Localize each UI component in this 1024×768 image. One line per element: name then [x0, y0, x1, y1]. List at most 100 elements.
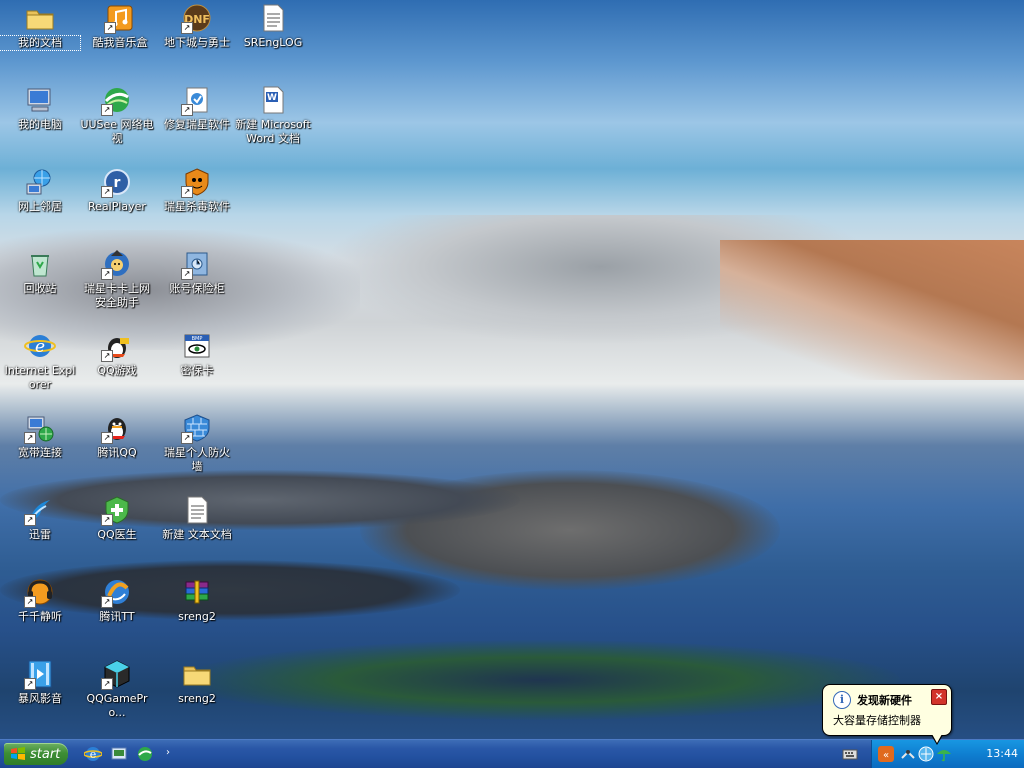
desktop-icon-label: 地下城与勇士	[164, 36, 230, 49]
new-hardware-balloon[interactable]: i 发现新硬件 大容量存储控制器 ×	[822, 684, 952, 745]
desktop-icon[interactable]: 我的文档	[0, 2, 81, 51]
recycle-bin-icon	[24, 248, 56, 280]
balloon-close-button[interactable]: ×	[931, 689, 947, 705]
internet-explorer-quicklaunch-icon[interactable]: e	[84, 745, 102, 763]
desktop-icon[interactable]: sreng2	[157, 576, 237, 624]
collapse-tray-icon[interactable]: «	[878, 746, 894, 762]
desktop-icon-label: 迅雷	[29, 528, 51, 541]
desktop-icon[interactable]: ↗ 腾讯TT	[77, 576, 157, 624]
card-icon: BMP	[181, 330, 213, 362]
desktop-icon[interactable]: W 新建 Microsoft Word 文档	[233, 84, 313, 146]
tt-icon: ↗	[101, 576, 133, 608]
network-globe-icon[interactable]	[918, 746, 934, 762]
desktop-icon-label: 新建 Microsoft Word 文档	[235, 118, 311, 145]
desktop-icon-label: 账号保险柜	[169, 282, 225, 295]
archive-icon	[181, 576, 213, 608]
text-doc-icon	[257, 2, 289, 34]
desktop-icon[interactable]: r ↗ RealPlayer	[77, 166, 157, 214]
desktop-icon[interactable]: sreng2	[157, 658, 237, 706]
desktop-icon[interactable]: ↗ 瑞星卡卡上网安全助手	[77, 248, 157, 310]
balloon-body: 大容量存储控制器	[833, 714, 921, 727]
text-doc-icon	[181, 494, 213, 526]
shortcut-arrow-icon: ↗	[24, 678, 36, 690]
svg-text:r: r	[114, 175, 121, 191]
desktop-icon-label: 瑞星卡卡上网安全助手	[84, 282, 150, 309]
desktop-icon-label: sreng2	[178, 610, 216, 623]
shortcut-arrow-icon: ↗	[101, 432, 113, 444]
balloon-title: 发现新硬件	[857, 694, 912, 707]
qq-doctor-icon: ↗	[101, 494, 133, 526]
desktop-icon[interactable]: 新建 文本文档	[157, 494, 237, 542]
desktop-icon-label: 新建 文本文档	[162, 528, 232, 541]
qq-game-icon: ↗	[101, 330, 133, 362]
svg-text:e: e	[35, 337, 45, 357]
word-doc-icon: W	[257, 84, 289, 116]
desktop-icon-label: 宽带连接	[18, 446, 62, 459]
keyboard-icon[interactable]	[842, 746, 858, 762]
desktop-icon[interactable]: ↗ 腾讯QQ	[77, 412, 157, 460]
desktop-icon[interactable]: ↗ 千千静听	[0, 576, 80, 624]
ie-icon: e	[24, 330, 56, 362]
shortcut-arrow-icon: ↗	[101, 350, 113, 362]
desktop-icon[interactable]: ↗ 宽带连接	[0, 412, 80, 460]
desktop-icon-label: Internet Explorer	[4, 364, 76, 391]
desktop-icon-label: 密保卡	[180, 364, 214, 377]
storm-player-icon: ↗	[24, 658, 56, 690]
start-button[interactable]: start	[4, 743, 68, 765]
desktop-icon[interactable]: SREngLOG	[233, 2, 313, 50]
desktop-icon[interactable]: ↗ 暴风影音	[0, 658, 80, 706]
desktop-icon[interactable]: ↗ QQGamePro...	[77, 658, 157, 720]
desktop-icon-label: SREngLOG	[243, 36, 303, 49]
desktop-icon[interactable]: ↗ 修复瑞星软件	[157, 84, 237, 132]
desktop-icon-label: QQ游戏	[97, 364, 137, 377]
ttplayer-icon: ↗	[24, 576, 56, 608]
cube-icon: ↗	[101, 658, 133, 690]
desktop-icon[interactable]: BMP 密保卡	[157, 330, 237, 378]
desktop-icon[interactable]: ↗ 瑞星个人防火墙	[157, 412, 237, 474]
svg-text:BMP: BMP	[192, 336, 203, 342]
realplayer-icon: r ↗	[101, 166, 133, 198]
desktop-icon-label: 网上邻居	[18, 200, 62, 213]
shortcut-arrow-icon: ↗	[181, 104, 193, 116]
desktop-icon-label: 我的文档	[0, 35, 81, 51]
safe-icon: ↗	[181, 248, 213, 280]
game-icon: DNF ↗	[181, 2, 213, 34]
broadband-icon: ↗	[24, 412, 56, 444]
shortcut-arrow-icon: ↗	[24, 432, 36, 444]
desktop-icon[interactable]: 回收站	[0, 248, 80, 296]
network-icon	[24, 166, 56, 198]
computer-icon	[24, 84, 56, 116]
shortcut-arrow-icon: ↗	[101, 514, 113, 526]
desktop-icon[interactable]: ↗ 账号保险柜	[157, 248, 237, 296]
desktop-icon[interactable]: ↗ UUSee 网络电视	[77, 84, 157, 146]
qq-icon: ↗	[101, 412, 133, 444]
desktop-icon[interactable]: e Internet Explorer	[0, 330, 80, 392]
desktop-icon-label: 腾讯QQ	[97, 446, 137, 459]
system-tray: « 13:44	[842, 740, 1024, 768]
uusee-quicklaunch-icon[interactable]	[136, 745, 154, 763]
desktop-icon[interactable]: ↗ 酷我音乐盒	[80, 2, 160, 50]
desktop-icon-label: 暴风影音	[18, 692, 62, 705]
umbrella-icon[interactable]	[936, 746, 952, 762]
desktop-icon[interactable]: ↗ QQ游戏	[77, 330, 157, 378]
desktop-icon[interactable]: ↗ QQ医生	[77, 494, 157, 542]
show-desktop-quicklaunch-icon[interactable]	[110, 745, 128, 763]
shortcut-arrow-icon: ↗	[104, 22, 116, 34]
desktop-icon[interactable]: 我的电脑	[0, 84, 80, 132]
shortcut-arrow-icon: ↗	[181, 186, 193, 198]
repair-icon: ↗	[181, 84, 213, 116]
desktop-icon-label: QQGamePro...	[86, 692, 148, 719]
shortcut-arrow-icon: ↗	[101, 678, 113, 690]
start-label: start	[30, 746, 61, 762]
clock[interactable]: 13:44	[986, 747, 1018, 760]
desktop-icon[interactable]: 网上邻居	[0, 166, 80, 214]
hardware-icon[interactable]	[900, 746, 916, 762]
quicklaunch-expand-chevron-icon[interactable]: ›	[166, 747, 176, 765]
shortcut-arrow-icon: ↗	[101, 596, 113, 608]
balloon-tail-fill	[932, 734, 942, 743]
thunder-icon: ↗	[24, 494, 56, 526]
desktop-icon[interactable]: DNF ↗ 地下城与勇士	[157, 2, 237, 50]
desktop-icon[interactable]: ↗ 瑞星杀毒软件	[157, 166, 237, 214]
desktop-icon[interactable]: ↗ 迅雷	[0, 494, 80, 542]
shortcut-arrow-icon: ↗	[181, 268, 193, 280]
